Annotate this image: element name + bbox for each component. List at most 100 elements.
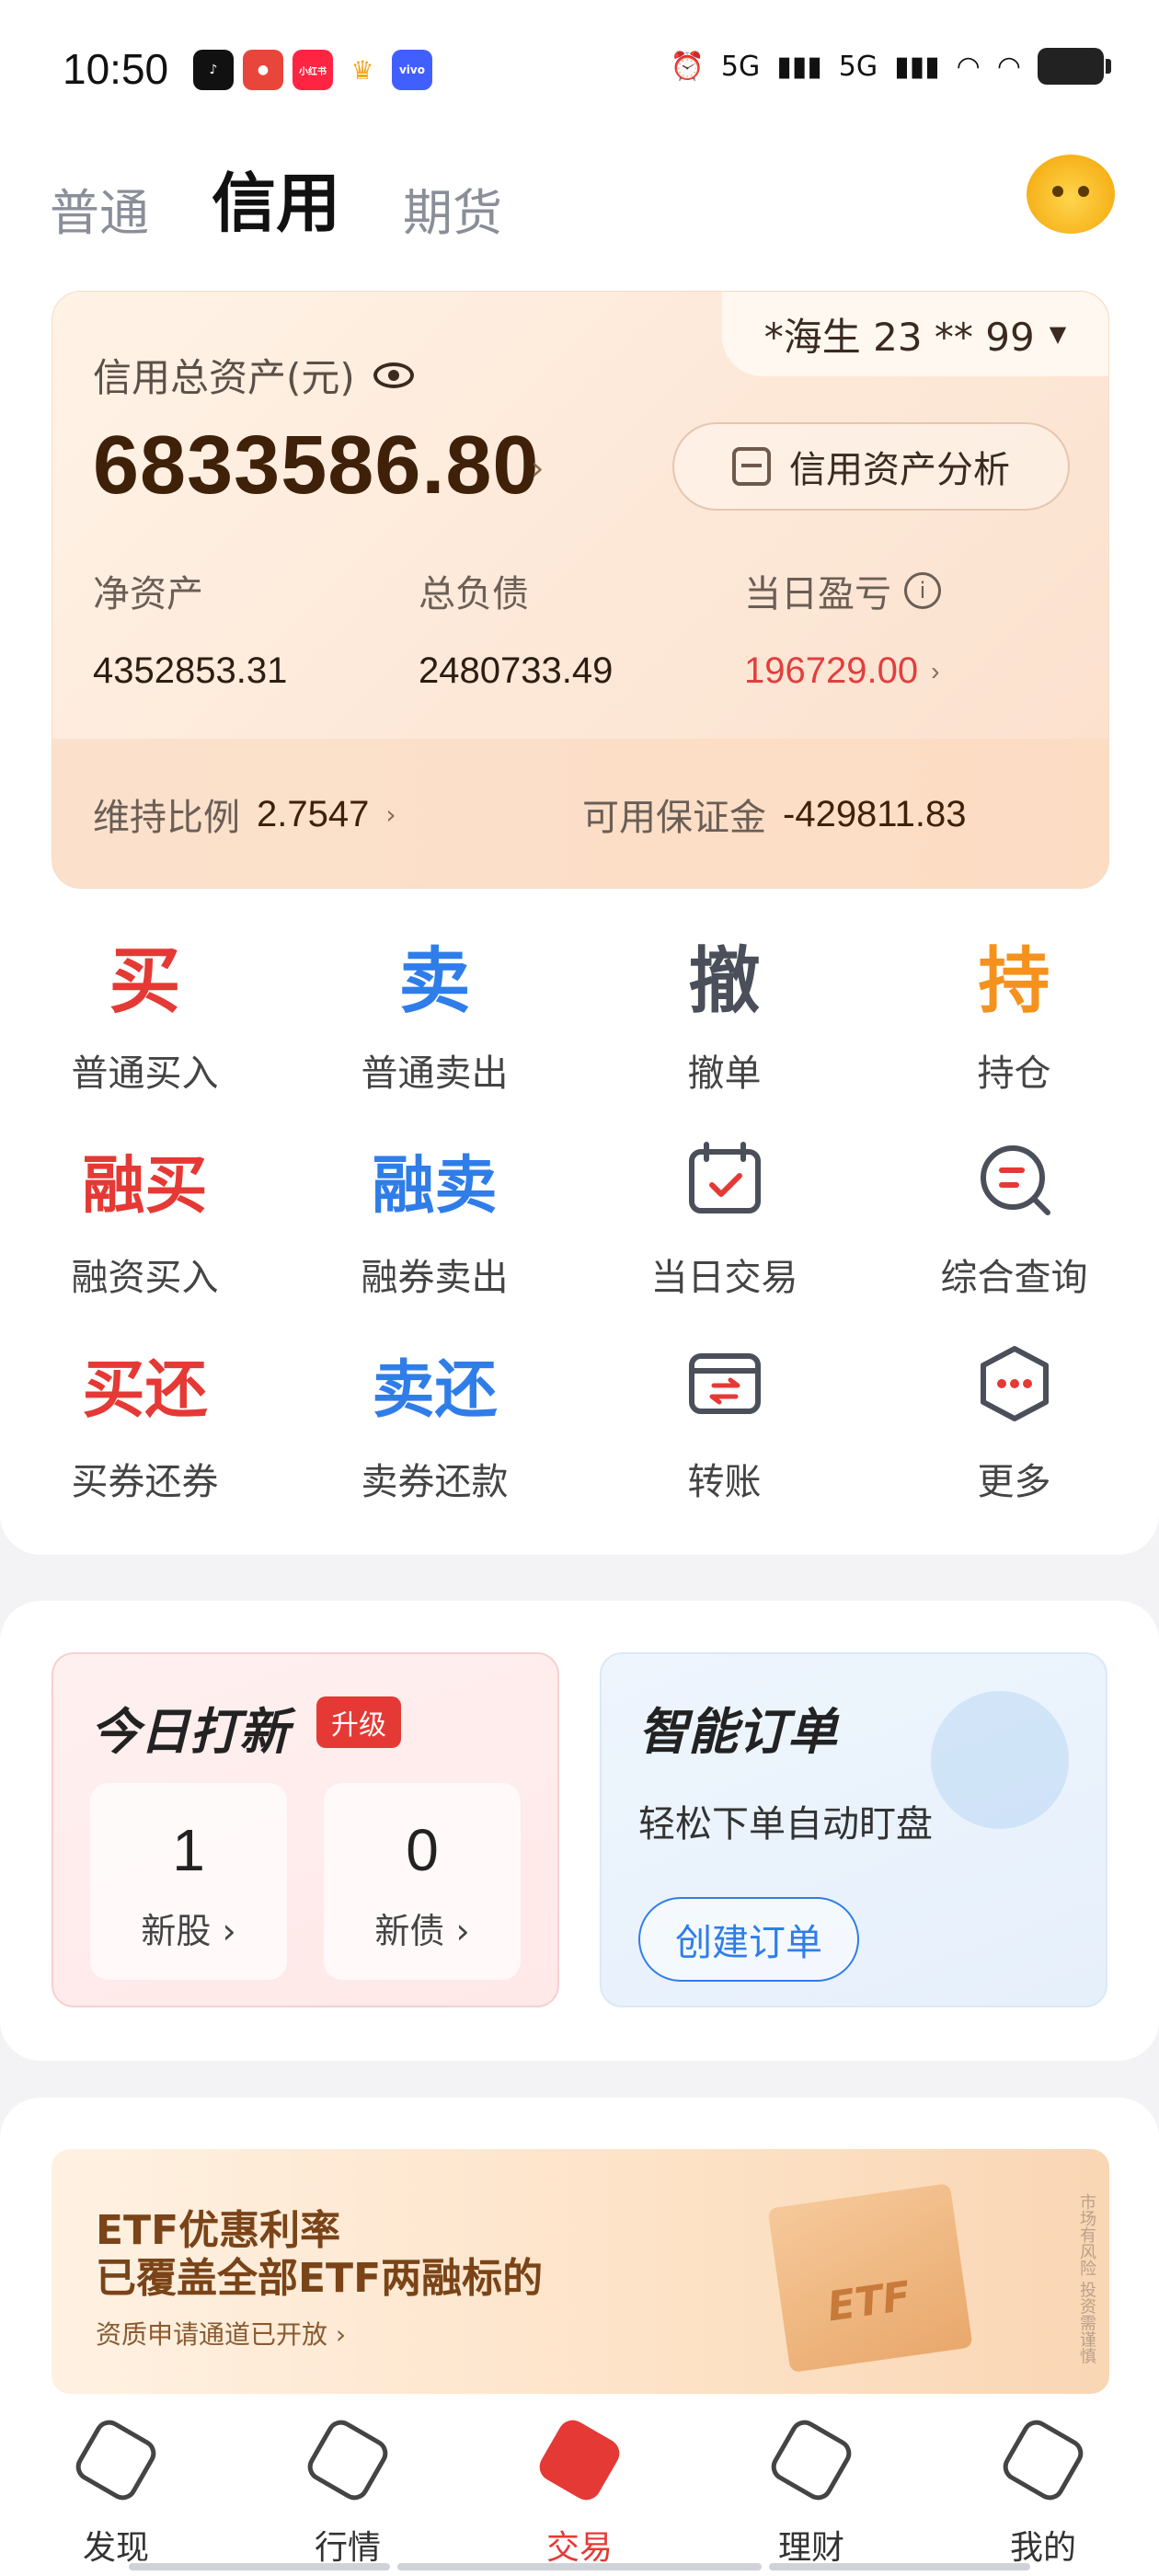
chevron-right-icon: › bbox=[444, 1911, 470, 1951]
new-bonds-count: 0 bbox=[406, 1817, 439, 1883]
grid-general-query[interactable]: 综合查询 bbox=[869, 1133, 1159, 1301]
tab-normal[interactable]: 普通 bbox=[50, 172, 149, 245]
caret-down-icon: ▼ bbox=[1049, 321, 1067, 347]
create-order-button[interactable]: 创建订单 bbox=[638, 1897, 859, 1982]
sell-repay-glyph-icon: 卖还 bbox=[372, 1353, 498, 1427]
maintenance-ratio-label: 维持比例 bbox=[93, 797, 240, 839]
total-asset-value[interactable]: 6833586.80 bbox=[93, 419, 540, 513]
grid-label: 融券卖出 bbox=[361, 1257, 509, 1299]
vivo-icon: vivo bbox=[392, 50, 432, 90]
tab-credit[interactable]: 信用 bbox=[212, 152, 340, 245]
tiktok-icon: ♪ bbox=[193, 50, 234, 90]
liabilities-value: 2480733.49 bbox=[419, 650, 614, 691]
ipo-card[interactable]: 今日打新 升级 1 新股 › 0 新债 › bbox=[52, 1652, 559, 2007]
wifi-icon: ◠ bbox=[956, 50, 981, 83]
daily-pl-value: 196729.00 bbox=[744, 650, 919, 691]
total-asset-label: 信用总资产(元) bbox=[93, 355, 355, 400]
mascot-avatar-icon[interactable] bbox=[1027, 155, 1115, 234]
grid-label: 卖券还款 bbox=[361, 1461, 509, 1503]
available-margin: 可用保证金 -429811.83 bbox=[582, 788, 966, 841]
eye-visibility-icon[interactable] bbox=[373, 362, 414, 388]
weibo-icon: ● bbox=[243, 50, 283, 90]
nav-indicator bbox=[397, 2563, 762, 2570]
maintenance-ratio-value: 2.7547 bbox=[257, 793, 370, 834]
grid-label: 当日交易 bbox=[650, 1257, 798, 1299]
nav-market[interactable]: 行情 bbox=[232, 2414, 464, 2569]
scan-analysis-icon bbox=[732, 447, 771, 486]
grid-transfer[interactable]: 转账 bbox=[580, 1338, 869, 1505]
status-time: 10:50 bbox=[63, 45, 169, 93]
grid-label: 买券还券 bbox=[71, 1461, 219, 1503]
mascot-eye bbox=[1052, 186, 1063, 197]
trend-icon bbox=[302, 2414, 394, 2506]
nav-finance[interactable]: 理财 bbox=[695, 2414, 927, 2569]
chevron-right-icon: › bbox=[931, 656, 940, 685]
grid-short-sell[interactable]: 融卖 融券卖出 bbox=[290, 1133, 580, 1301]
alarm-icon: ⏰ bbox=[670, 50, 705, 83]
mascot-eye bbox=[1078, 186, 1089, 197]
net-assets-value: 4352853.31 bbox=[93, 650, 288, 691]
nav-indicator bbox=[129, 2563, 390, 2570]
new-bonds-box[interactable]: 0 新债 › bbox=[324, 1783, 521, 1980]
grid-label: 融资买入 bbox=[71, 1257, 219, 1299]
nav-label: 行情 bbox=[314, 2529, 381, 2567]
grid-positions[interactable]: 持 持仓 bbox=[869, 929, 1159, 1097]
daily-pl-stat: 当日盈亏 i 196729.00 › bbox=[744, 564, 941, 692]
xiaohongshu-icon: 小红书 bbox=[293, 50, 333, 90]
maintenance-ratio[interactable]: 维持比例 2.7547 › bbox=[93, 788, 396, 841]
nav-label: 理财 bbox=[777, 2529, 844, 2567]
etf-promo-banner[interactable]: ETF优惠利率 已覆盖全部ETF两融标的 资质申请通道已开放 › ETF 市场有… bbox=[52, 2149, 1109, 2394]
available-margin-value: -429811.83 bbox=[783, 793, 967, 834]
buy-return-glyph-icon: 买还 bbox=[82, 1353, 208, 1427]
grid-margin-buy[interactable]: 融买 融资买入 bbox=[0, 1133, 290, 1301]
chevron-right-icon: › bbox=[531, 450, 545, 488]
liabilities-label: 总负债 bbox=[419, 573, 529, 615]
profile-icon bbox=[997, 2414, 1089, 2506]
grid-normal-buy[interactable]: 买 普通买入 bbox=[0, 929, 290, 1097]
net-assets-stat: 净资产 4352853.31 bbox=[93, 564, 287, 692]
grid-daily-trades[interactable]: 当日交易 bbox=[580, 1133, 869, 1301]
search-query-icon bbox=[869, 1133, 1159, 1225]
grid-sell-repay[interactable]: 卖还 卖券还款 bbox=[290, 1338, 580, 1505]
account-selector[interactable]: *海生 23 ** 99 ▼ bbox=[722, 292, 1108, 376]
credit-analysis-label: 信用资产分析 bbox=[789, 449, 1010, 491]
new-stocks-box[interactable]: 1 新股 › bbox=[90, 1783, 287, 1980]
grid-normal-sell[interactable]: 卖 普通卖出 bbox=[290, 929, 580, 1097]
new-stocks-count: 1 bbox=[172, 1817, 205, 1883]
etf-box-illustration: ETF bbox=[767, 2182, 973, 2374]
trade-icon bbox=[534, 2414, 625, 2506]
grid-cancel-order[interactable]: 撤 撤单 bbox=[580, 929, 869, 1097]
info-icon[interactable]: i bbox=[904, 572, 941, 609]
risk-disclaimer: 市场有风险 投资需谨慎 bbox=[1077, 2193, 1096, 2364]
grid-label: 普通卖出 bbox=[361, 1052, 509, 1095]
nav-discover[interactable]: 发现 bbox=[0, 2414, 232, 2569]
upgrade-badge: 升级 bbox=[316, 1696, 401, 1748]
nav-label: 交易 bbox=[545, 2529, 613, 2567]
grid-label: 转账 bbox=[687, 1461, 762, 1503]
battery-icon bbox=[1038, 48, 1111, 85]
nav-trade[interactable]: 交易 bbox=[464, 2414, 695, 2569]
chevron-right-icon: › bbox=[327, 2319, 347, 2350]
banner-cta-row: 资质申请通道已开放 › bbox=[96, 2315, 346, 2352]
credit-analysis-button[interactable]: 信用资产分析 bbox=[672, 422, 1070, 511]
smart-order-card[interactable]: 智能订单 轻松下单自动盯盘 创建订单 bbox=[600, 1652, 1107, 2007]
status-app-icons: ♪ ● 小红书 ♛ vivo bbox=[193, 50, 432, 90]
cancel-glyph-icon: 撤 bbox=[688, 940, 761, 1023]
status-bar: 10:50 ♪ ● 小红书 ♛ vivo ⏰ 5G ▮▮▮ 5G ▮▮▮ ◠ ◠ bbox=[0, 0, 1159, 138]
daily-pl-value-row[interactable]: 196729.00 › bbox=[744, 650, 941, 692]
card-footer: 维持比例 2.7547 › 可用保证金 -429811.83 bbox=[52, 739, 1108, 888]
sell-glyph-icon: 卖 bbox=[398, 940, 471, 1023]
nav-label: 我的 bbox=[1009, 2529, 1076, 2567]
tab-futures[interactable]: 期货 bbox=[403, 172, 502, 245]
new-stocks-label-row: 新股 › bbox=[90, 1903, 287, 1953]
new-stocks-label: 新股 bbox=[141, 1911, 212, 1951]
buy-glyph-icon: 买 bbox=[109, 940, 181, 1023]
etf-box-label: ETF bbox=[824, 2272, 913, 2331]
wifi-icon: ◠ bbox=[996, 50, 1021, 83]
grid-more[interactable]: 更多 bbox=[869, 1338, 1159, 1505]
nav-profile[interactable]: 我的 bbox=[927, 2414, 1159, 2569]
grid-buy-return[interactable]: 买还 买券还券 bbox=[0, 1338, 290, 1505]
signal-bars-icon: ▮▮▮ bbox=[894, 50, 940, 83]
smart-order-desc: 轻松下单自动盯盘 bbox=[638, 1803, 933, 1846]
daily-pl-label: 当日盈亏 bbox=[744, 573, 891, 615]
